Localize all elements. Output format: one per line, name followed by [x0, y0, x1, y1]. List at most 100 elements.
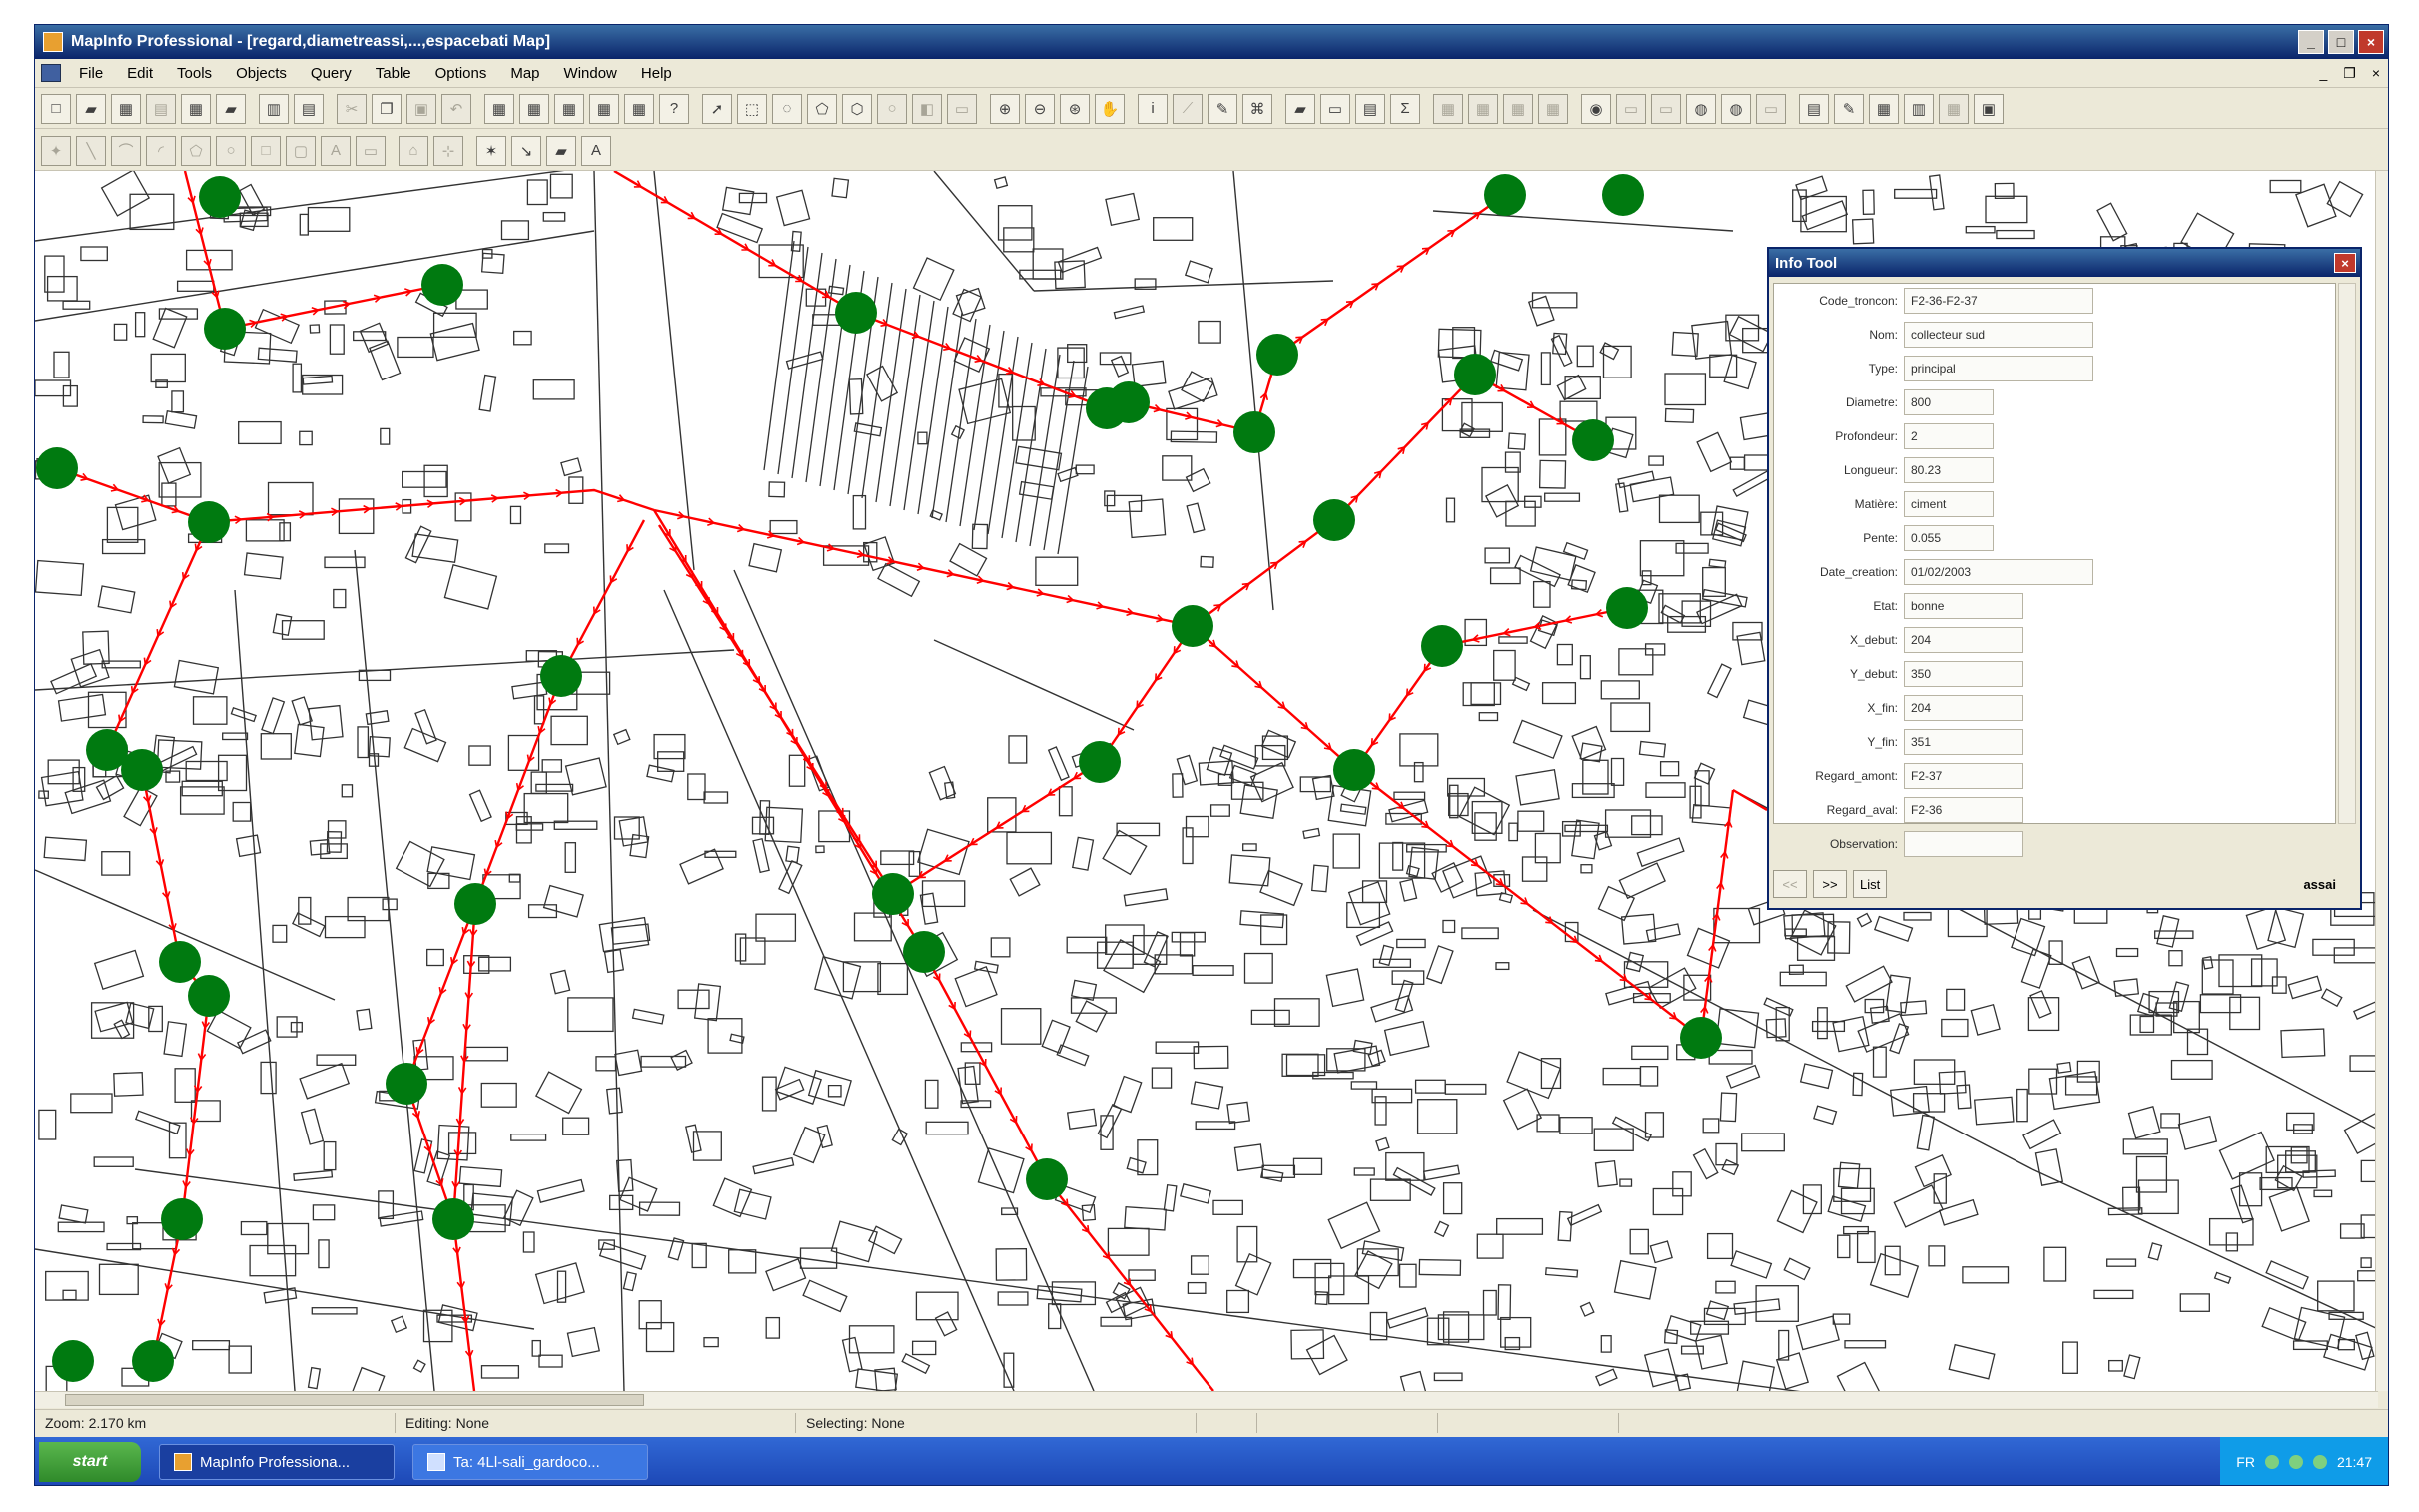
previous-record-button[interactable]: << [1773, 870, 1807, 898]
menu-options[interactable]: Options [423, 65, 499, 82]
invert-selection-icon[interactable]: ◧ [912, 93, 942, 124]
field-value[interactable]: 204 [1904, 627, 2023, 653]
cut-icon[interactable]: ✂ [337, 93, 367, 124]
line-style-icon[interactable]: ↘ [511, 135, 541, 166]
grabber-hand-icon[interactable]: ✋ [1095, 93, 1125, 124]
field-value[interactable]: 351 [1904, 729, 2023, 755]
text-tool-icon[interactable]: A [321, 135, 351, 166]
field-value[interactable]: 0.055 [1904, 525, 1994, 551]
reshape-tool-icon[interactable]: ⌂ [399, 135, 428, 166]
field-value[interactable]: 800 [1904, 389, 1994, 415]
open-workspace-icon[interactable]: ▦ [111, 93, 141, 124]
radius-select-icon[interactable]: ◌ [772, 93, 802, 124]
menu-edit[interactable]: Edit [115, 65, 165, 82]
symbol-tool-icon[interactable]: ✦ [41, 135, 71, 166]
window-icon[interactable]: ▣ [1974, 93, 2004, 124]
thematic-map-icon[interactable]: ◉ [1581, 93, 1611, 124]
undo-icon[interactable]: ↶ [441, 93, 471, 124]
layer-control-icon[interactable]: ▰ [1285, 93, 1315, 124]
map-document-icon[interactable] [41, 64, 61, 82]
paint-icon[interactable]: ✎ [1834, 93, 1864, 124]
folder-icon[interactable]: ▰ [216, 93, 246, 124]
world-icon[interactable]: ◍ [1721, 93, 1751, 124]
menu-file[interactable]: File [67, 65, 115, 82]
field-value[interactable]: ciment [1904, 491, 1994, 517]
ellipse-tool-icon[interactable]: ○ [216, 135, 246, 166]
new-grapher-icon[interactable]: ▦ [554, 93, 584, 124]
zoom-out-icon[interactable]: ⊖ [1025, 93, 1055, 124]
new-layout-icon[interactable]: ▦ [589, 93, 619, 124]
scale-bar-icon[interactable]: ▭ [1651, 93, 1681, 124]
unselect-all-icon[interactable]: ○ [877, 93, 907, 124]
field-value[interactable]: collecteur sud [1904, 322, 2093, 348]
region-style-icon[interactable]: ▰ [546, 135, 576, 166]
network-icon[interactable] [2264, 1455, 2279, 1469]
field-value[interactable]: principal [1904, 356, 2093, 381]
statistics-icon[interactable]: Σ [1390, 93, 1420, 124]
info-tool-icon[interactable]: i [1138, 93, 1168, 124]
field-value[interactable]: bonne [1904, 593, 2023, 619]
save-workspace-icon[interactable]: ▦ [181, 93, 211, 124]
print-icon[interactable]: ▤ [294, 93, 324, 124]
marquee-select-icon[interactable]: ⬚ [737, 93, 767, 124]
maximize-button[interactable]: □ [2328, 30, 2354, 54]
globe-icon[interactable]: ◍ [1686, 93, 1716, 124]
add-node-tool-icon[interactable]: ⊹ [433, 135, 463, 166]
selecting-status[interactable]: Selecting: None [796, 1413, 1197, 1433]
field-value[interactable]: F2-36 [1904, 797, 2023, 823]
menu-table[interactable]: Table [364, 65, 423, 82]
field-value[interactable]: 80.23 [1904, 457, 1994, 483]
start-button[interactable]: start [39, 1442, 141, 1482]
graph-select-icon[interactable]: ▭ [947, 93, 977, 124]
hotlink-icon[interactable]: ⟋ [1173, 93, 1203, 124]
info-tool-scrollbar[interactable] [2338, 283, 2356, 824]
new-icon[interactable]: □ [41, 93, 71, 124]
menu-help[interactable]: Help [629, 65, 684, 82]
menu-query[interactable]: Query [299, 65, 364, 82]
new-browser-icon[interactable]: ▦ [484, 93, 514, 124]
print-preview-icon[interactable]: ▥ [259, 93, 289, 124]
mdi-close-button[interactable]: × [2364, 65, 2388, 81]
security-icon[interactable] [2288, 1455, 2303, 1469]
boundary-select-icon[interactable]: ⬡ [842, 93, 872, 124]
field-value[interactable]: 350 [1904, 661, 2023, 687]
info-tool-titlebar[interactable]: Info Tool × [1769, 249, 2360, 277]
redistricter-icon[interactable]: ▦ [624, 93, 654, 124]
zoom-status[interactable]: Zoom: 2.170 km [35, 1413, 396, 1433]
map-horizontal-scrollbar[interactable] [35, 1391, 2378, 1408]
info-tool-close-button[interactable]: × [2334, 253, 2356, 273]
new-mapper-icon[interactable]: ▦ [519, 93, 549, 124]
close-button[interactable]: × [2358, 30, 2384, 54]
set-target-icon[interactable]: ▦ [1433, 93, 1463, 124]
field-value[interactable]: F2-37 [1904, 763, 2023, 789]
line-tool-icon[interactable]: ╲ [76, 135, 106, 166]
map-vertical-scrollbar[interactable] [2375, 171, 2388, 1391]
clip-region-icon[interactable]: ▦ [1468, 93, 1498, 124]
open-icon[interactable]: ▰ [76, 93, 106, 124]
frame-tool-icon[interactable]: ▭ [356, 135, 386, 166]
taskbar-document[interactable]: Ta: 4Ll-sali_gardoco... [412, 1444, 648, 1480]
minimize-button[interactable]: _ [2298, 30, 2324, 54]
help-pointer-icon[interactable]: ? [659, 93, 689, 124]
text-style-icon[interactable]: A [581, 135, 611, 166]
save-icon[interactable]: ▤ [146, 93, 176, 124]
next-record-button[interactable]: >> [1813, 870, 1847, 898]
toggle-clip-icon[interactable]: ▦ [1538, 93, 1568, 124]
mdi-minimize-button[interactable]: _ [2311, 65, 2335, 81]
menu-objects[interactable]: Objects [224, 65, 299, 82]
set-clip-icon[interactable]: ▦ [1503, 93, 1533, 124]
rounded-rectangle-tool-icon[interactable]: ▢ [286, 135, 316, 166]
copy-icon[interactable]: ❐ [372, 93, 402, 124]
taskbar-mapinfo[interactable]: MapInfo Professiona... [159, 1444, 395, 1480]
graph-icon[interactable]: ▤ [1799, 93, 1829, 124]
drag-window-icon[interactable]: ⌘ [1242, 93, 1272, 124]
polygon-select-icon[interactable]: ⬠ [807, 93, 837, 124]
polygon-tool-icon[interactable]: ⬠ [181, 135, 211, 166]
language-indicator[interactable]: FR [2236, 1454, 2255, 1470]
mdi-restore-button[interactable]: ❐ [2335, 65, 2364, 82]
export-icon[interactable]: ▦ [1939, 93, 1969, 124]
ruler-icon[interactable]: ▭ [1320, 93, 1350, 124]
change-view-icon[interactable]: ⊛ [1060, 93, 1090, 124]
label-tool-icon[interactable]: ✎ [1208, 93, 1237, 124]
field-value[interactable]: 2 [1904, 423, 1994, 449]
